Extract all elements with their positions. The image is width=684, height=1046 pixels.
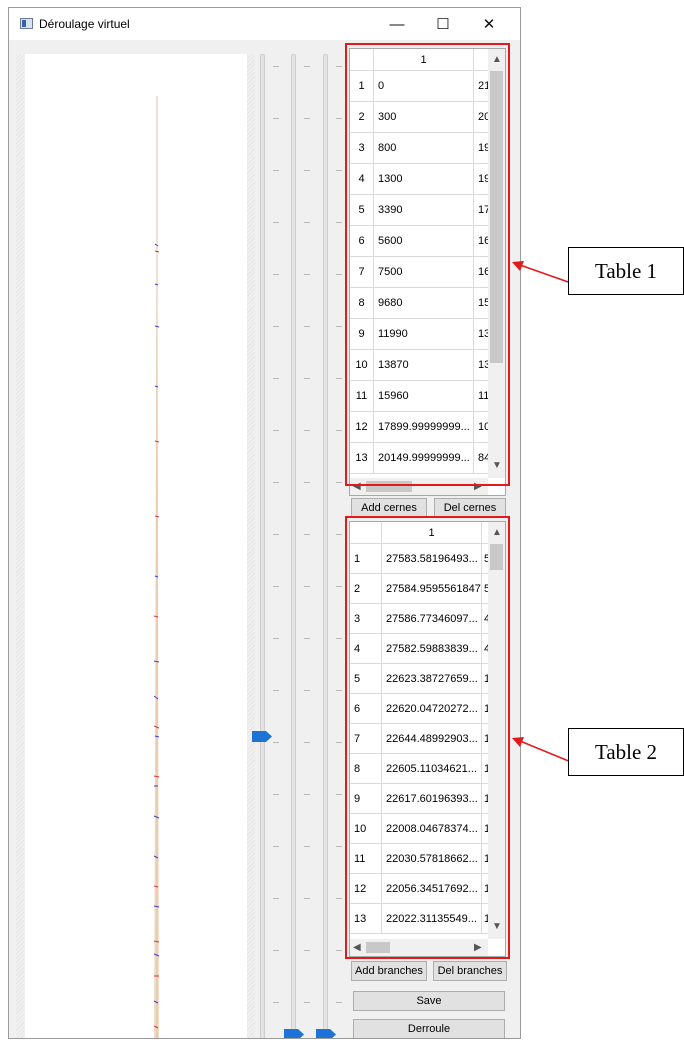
title-bar: Déroulage virtuel — ☐ ✕ (9, 8, 520, 40)
slider-handle-1[interactable] (252, 731, 272, 742)
table2-callout-arrow (512, 737, 572, 763)
trunk-image (153, 96, 160, 1038)
add-cernes-button[interactable]: Add cernes (351, 498, 427, 518)
slider-handle-2[interactable] (284, 1029, 304, 1038)
slider-handle-3[interactable] (316, 1029, 336, 1038)
close-button[interactable]: ✕ (466, 8, 512, 40)
pane-border-left (16, 54, 24, 1038)
table1-callout-label: Table 1 (568, 247, 684, 295)
table2-callout-label: Table 2 (568, 728, 684, 776)
del-cernes-button[interactable]: Del cernes (434, 498, 506, 518)
slider-ticks-3 (336, 58, 342, 1038)
app-icon (20, 18, 33, 29)
maximize-button[interactable]: ☐ (420, 8, 466, 40)
del-branches-button[interactable]: Del branches (433, 961, 507, 981)
table1-callout-arrow (512, 261, 572, 284)
trunk-viewer[interactable] (25, 54, 247, 1038)
slider-ticks-2 (304, 58, 310, 1038)
add-branches-button[interactable]: Add branches (351, 961, 427, 981)
slider-ticks-1 (273, 58, 279, 1038)
save-button[interactable]: Save (353, 991, 505, 1011)
table1-highlight-box (345, 43, 510, 486)
table2-highlight-box (345, 516, 510, 959)
pane-border-right (247, 54, 255, 1038)
vertical-slider-3[interactable] (323, 54, 328, 1038)
derroule-button[interactable]: Derroule (353, 1019, 505, 1038)
window-title: Déroulage virtuel (39, 17, 130, 31)
vertical-slider-1[interactable] (260, 54, 265, 1038)
minimize-button[interactable]: — (374, 8, 420, 40)
vertical-slider-2[interactable] (291, 54, 296, 1038)
